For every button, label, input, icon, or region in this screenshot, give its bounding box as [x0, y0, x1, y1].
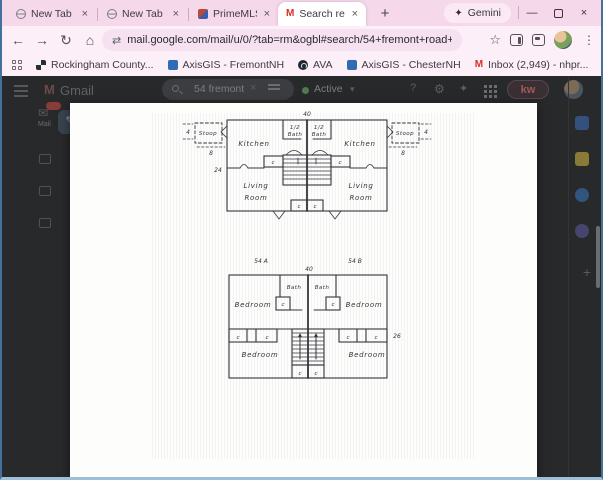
bookmark-axisgis-fremont[interactable]: AxisGIS - FremontNH: [168, 59, 285, 71]
gmail-account-avatar[interactable]: [564, 80, 583, 99]
profile-avatar[interactable]: [554, 31, 572, 49]
axisgis-favicon-icon: [168, 60, 178, 70]
forward-button[interactable]: →: [30, 28, 54, 52]
bookmark-label: Inbox (2,949) - nhpr...: [488, 59, 588, 71]
globe-favicon-icon: [16, 9, 26, 19]
rockingham-favicon-icon: [36, 60, 46, 70]
maximize-icon: [554, 9, 563, 18]
gmail-favicon-icon: M: [475, 60, 483, 70]
tab-divider: [188, 8, 189, 21]
tab-close-icon[interactable]: ×: [262, 8, 272, 20]
gemini-label: Gemini: [468, 7, 501, 19]
reading-list-icon[interactable]: [532, 34, 545, 46]
status-dot-icon: [302, 87, 309, 94]
tab-new-tab-2[interactable]: New Tab ×: [99, 2, 187, 26]
toolbar-right-icons: ☆ ⋮: [489, 26, 597, 54]
bookmark-star-icon[interactable]: ☆: [489, 32, 501, 48]
tab-new-tab-1[interactable]: New Tab ×: [8, 2, 96, 26]
new-tab-button[interactable]: +: [374, 2, 396, 24]
site-info-icon[interactable]: ⇄: [112, 34, 121, 47]
search-filter-icon[interactable]: [268, 84, 280, 86]
unread-badge: [46, 102, 61, 110]
globe-favicon-icon: [107, 9, 117, 19]
bookmark-ava[interactable]: AVA: [298, 59, 332, 71]
tab-label: Search results - nh...: [299, 8, 344, 20]
side-panel-divider: [568, 76, 569, 477]
browser-window: New Tab × New Tab × PrimeMLS Dashbo... ×…: [0, 0, 603, 480]
tab-strip: New Tab × New Tab × PrimeMLS Dashbo... ×…: [2, 0, 601, 26]
bookmark-label: AVA: [313, 59, 332, 71]
bookmark-rockingham[interactable]: Rockingham County...: [36, 59, 154, 71]
primemls-favicon-icon: [198, 9, 208, 19]
status-label[interactable]: Active: [314, 83, 343, 95]
bookmark-inbox[interactable]: M Inbox (2,949) - nhpr...: [475, 59, 589, 71]
gemini-button[interactable]: ✦ Gemini: [444, 3, 511, 23]
gemini-sparkle-icon: ✦: [454, 8, 462, 19]
address-bar[interactable]: ⇄ mail.google.com/mail/u/0/?tab=rm&ogbl#…: [102, 29, 462, 51]
keep-icon[interactable]: [575, 152, 589, 166]
search-icon: [172, 85, 179, 92]
tab-search-results-active[interactable]: M Search results - nh... ×: [278, 2, 366, 26]
tab-close-icon[interactable]: ×: [171, 8, 181, 20]
tab-label: New Tab: [122, 8, 166, 20]
tasks-icon[interactable]: [575, 188, 589, 202]
mail-nav-label: Mail: [38, 121, 51, 128]
help-icon[interactable]: ?: [410, 82, 416, 94]
clear-search-icon[interactable]: ×: [250, 82, 256, 94]
attachment-image[interactable]: 40 24 Kitchen Kitchen 1/2 Bath 1/2 Bath …: [70, 103, 537, 477]
bookmarks-bar: Rockingham County... AxisGIS - FremontNH…: [2, 54, 601, 76]
gmail-favicon-icon: M: [286, 9, 294, 19]
calendar-icon[interactable]: [575, 116, 589, 130]
bookmark-axisgis-chester[interactable]: AxisGIS - ChesterNH: [347, 59, 461, 71]
side-panel-icon[interactable]: [510, 34, 523, 46]
close-button[interactable]: ×: [571, 0, 597, 26]
tab-close-icon[interactable]: ×: [80, 8, 90, 20]
gmail-projector-overlay: M Gmail 54 fremont × Active ▾ ? ⚙ ✦ kw ✉…: [2, 76, 601, 477]
gmail-menu-icon[interactable]: [14, 85, 28, 87]
meet-nav-icon[interactable]: [39, 186, 51, 196]
ava-favicon-icon: [298, 60, 308, 70]
add-addon-icon[interactable]: +: [583, 264, 591, 280]
chat-nav-icon[interactable]: [39, 154, 51, 164]
axisgis-favicon-icon: [347, 60, 357, 70]
status-caret-icon: ▾: [350, 84, 355, 95]
tab-primemls[interactable]: PrimeMLS Dashbo... ×: [190, 2, 278, 26]
home-button[interactable]: ⌂: [78, 28, 102, 52]
maximize-button[interactable]: [545, 0, 571, 26]
browser-menu-icon[interactable]: ⋮: [581, 33, 597, 47]
browser-toolbar: ← → ↻ ⌂ ⇄ mail.google.com/mail/u/0/?tab=…: [2, 26, 601, 54]
bookmark-label: AxisGIS - FremontNH: [183, 59, 285, 71]
labels-nav-icon[interactable]: [39, 218, 51, 228]
bookmark-label: Rockingham County...: [51, 59, 154, 71]
minimize-button[interactable]: —: [519, 0, 545, 26]
kw-logo-badge: kw: [507, 80, 549, 99]
window-controls: — ×: [519, 0, 597, 26]
gmail-logo-text: Gmail: [60, 83, 94, 98]
back-button[interactable]: ←: [6, 28, 30, 52]
settings-gear-icon[interactable]: ⚙: [434, 82, 445, 96]
contacts-icon[interactable]: [575, 224, 589, 238]
url-text[interactable]: mail.google.com/mail/u/0/?tab=rm&ogbl#se…: [127, 34, 452, 46]
gmail-search-value[interactable]: 54 fremont: [194, 83, 244, 95]
tab-close-icon[interactable]: ×: [350, 8, 360, 20]
scrollbar-thumb[interactable]: [596, 226, 600, 288]
google-apps-grid-icon[interactable]: [484, 85, 487, 88]
tab-divider: [97, 8, 98, 21]
scan-texture: [152, 113, 475, 459]
reload-button[interactable]: ↻: [54, 28, 78, 52]
apps-grid-icon[interactable]: [12, 60, 22, 70]
gemini-gmail-icon[interactable]: ✦: [459, 82, 468, 95]
bookmark-label: AxisGIS - ChesterNH: [362, 59, 461, 71]
tab-label: New Tab: [31, 8, 75, 20]
gmail-logo-icon: M: [44, 82, 55, 97]
tab-label: PrimeMLS Dashbo...: [213, 8, 257, 20]
